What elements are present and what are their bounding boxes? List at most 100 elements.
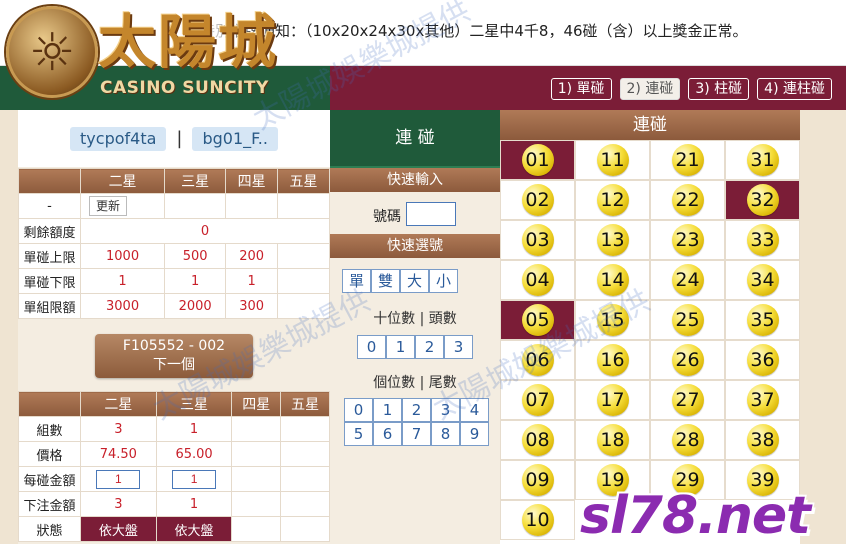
number-ball[interactable]: 37 [746,384,779,416]
units-1-button[interactable]: 1 [373,398,402,422]
tab-single[interactable]: 1) 單碰 [550,78,612,100]
status-label: 狀態 [18,516,81,542]
separator: | [176,128,183,149]
number-cell[interactable]: 09 [500,460,575,500]
number-cell[interactable]: 22 [650,180,725,220]
tens-3-button[interactable]: 3 [444,335,473,359]
number-ball[interactable]: 04 [521,264,554,296]
number-ball[interactable]: 27 [671,384,704,416]
number-cell[interactable]: 34 [725,260,800,300]
number-label: 號碼 [373,209,401,225]
number-ball[interactable]: 09 [521,464,554,496]
number-ball[interactable]: 32 [746,184,779,216]
units-3-button[interactable]: 3 [431,398,460,422]
number-cell[interactable]: 23 [650,220,725,260]
number-ball[interactable]: 15 [596,304,629,336]
number-cell[interactable]: 03 [500,220,575,260]
number-ball[interactable]: 28 [671,424,704,456]
number-ball[interactable]: 16 [596,344,629,376]
number-input[interactable] [406,202,456,226]
units-5-button[interactable]: 5 [344,422,373,446]
number-cell[interactable]: 37 [725,380,800,420]
number-cell[interactable]: 27 [650,380,725,420]
number-cell[interactable]: 13 [575,220,650,260]
number-cell[interactable]: 17 [575,380,650,420]
big-button[interactable]: 大 [400,269,429,293]
number-ball[interactable]: 24 [671,264,704,296]
number-ball[interactable]: 17 [596,384,629,416]
units-4-button[interactable]: 4 [460,398,489,422]
number-ball[interactable]: 26 [671,344,704,376]
number-ball[interactable]: 22 [671,184,704,216]
number-ball[interactable]: 03 [521,224,554,256]
number-ball[interactable]: 08 [521,424,554,456]
number-ball[interactable]: 10 [521,504,554,536]
number-ball[interactable]: 12 [596,184,629,216]
number-cell[interactable]: 32 [725,180,800,220]
units-2-button[interactable]: 2 [402,398,431,422]
tab-column[interactable]: 3) 柱碰 [688,78,750,100]
units-7-button[interactable]: 7 [402,422,431,446]
number-cell[interactable]: 12 [575,180,650,220]
number-cell[interactable]: 16 [575,340,650,380]
number-ball[interactable]: 11 [596,144,629,176]
number-ball[interactable]: 02 [521,184,554,216]
tab-consecutive[interactable]: 2) 連碰 [619,78,681,100]
number-cell[interactable]: 21 [650,140,725,180]
number-cell[interactable]: 05 [500,300,575,340]
number-ball[interactable]: 06 [521,344,554,376]
number-cell[interactable]: 36 [725,340,800,380]
number-ball[interactable]: 13 [596,224,629,256]
number-cell[interactable]: 02 [500,180,575,220]
number-cell[interactable]: 25 [650,300,725,340]
number-ball[interactable]: 31 [746,144,779,176]
dash-cell: - [18,193,81,219]
number-cell[interactable]: 33 [725,220,800,260]
number-cell[interactable]: 01 [500,140,575,180]
number-cell[interactable]: 15 [575,300,650,340]
units-8-button[interactable]: 8 [431,422,460,446]
odd-button[interactable]: 單 [342,269,371,293]
number-ball[interactable]: 14 [596,264,629,296]
number-ball[interactable]: 36 [746,344,779,376]
number-cell[interactable]: 08 [500,420,575,460]
number-cell[interactable]: 26 [650,340,725,380]
per-bet-amount-2star-input[interactable] [96,469,141,489]
number-cell[interactable]: 06 [500,340,575,380]
number-ball[interactable]: 23 [671,224,704,256]
number-cell[interactable]: 07 [500,380,575,420]
even-button[interactable]: 雙 [371,269,400,293]
number-cell[interactable]: 18 [575,420,650,460]
number-ball[interactable]: 33 [746,224,779,256]
tens-2-button[interactable]: 2 [415,335,444,359]
tens-0-button[interactable]: 0 [357,335,386,359]
number-cell[interactable]: 31 [725,140,800,180]
units-0-button[interactable]: 0 [344,398,373,422]
number-cell[interactable]: 11 [575,140,650,180]
refresh-button[interactable]: 更新 [89,196,128,216]
units-9-button[interactable]: 9 [460,422,489,446]
units-6-button[interactable]: 6 [373,422,402,446]
number-ball[interactable]: 34 [746,264,779,296]
number-ball[interactable]: 35 [746,304,779,336]
number-cell[interactable]: 10 [500,500,575,540]
number-ball[interactable]: 05 [521,304,554,336]
small-button[interactable]: 小 [429,269,458,293]
number-cell[interactable]: 14 [575,260,650,300]
number-ball[interactable]: 01 [521,144,554,176]
number-cell[interactable]: 35 [725,300,800,340]
number-cell[interactable]: 28 [650,420,725,460]
bets-header-4star: 四星 [231,391,282,417]
number-ball[interactable]: 18 [596,424,629,456]
number-ball[interactable]: 38 [746,424,779,456]
number-ball[interactable]: 07 [521,384,554,416]
next-ticket-button[interactable]: F105552 - 002 下一個 [95,334,253,378]
number-ball[interactable]: 21 [671,144,704,176]
number-cell[interactable]: 38 [725,420,800,460]
tab-consecutive-column[interactable]: 4) 連柱碰 [757,78,832,100]
per-bet-amount-3star-input[interactable] [172,469,217,489]
number-cell[interactable]: 04 [500,260,575,300]
number-ball[interactable]: 25 [671,304,704,336]
tens-1-button[interactable]: 1 [386,335,415,359]
number-cell[interactable]: 24 [650,260,725,300]
